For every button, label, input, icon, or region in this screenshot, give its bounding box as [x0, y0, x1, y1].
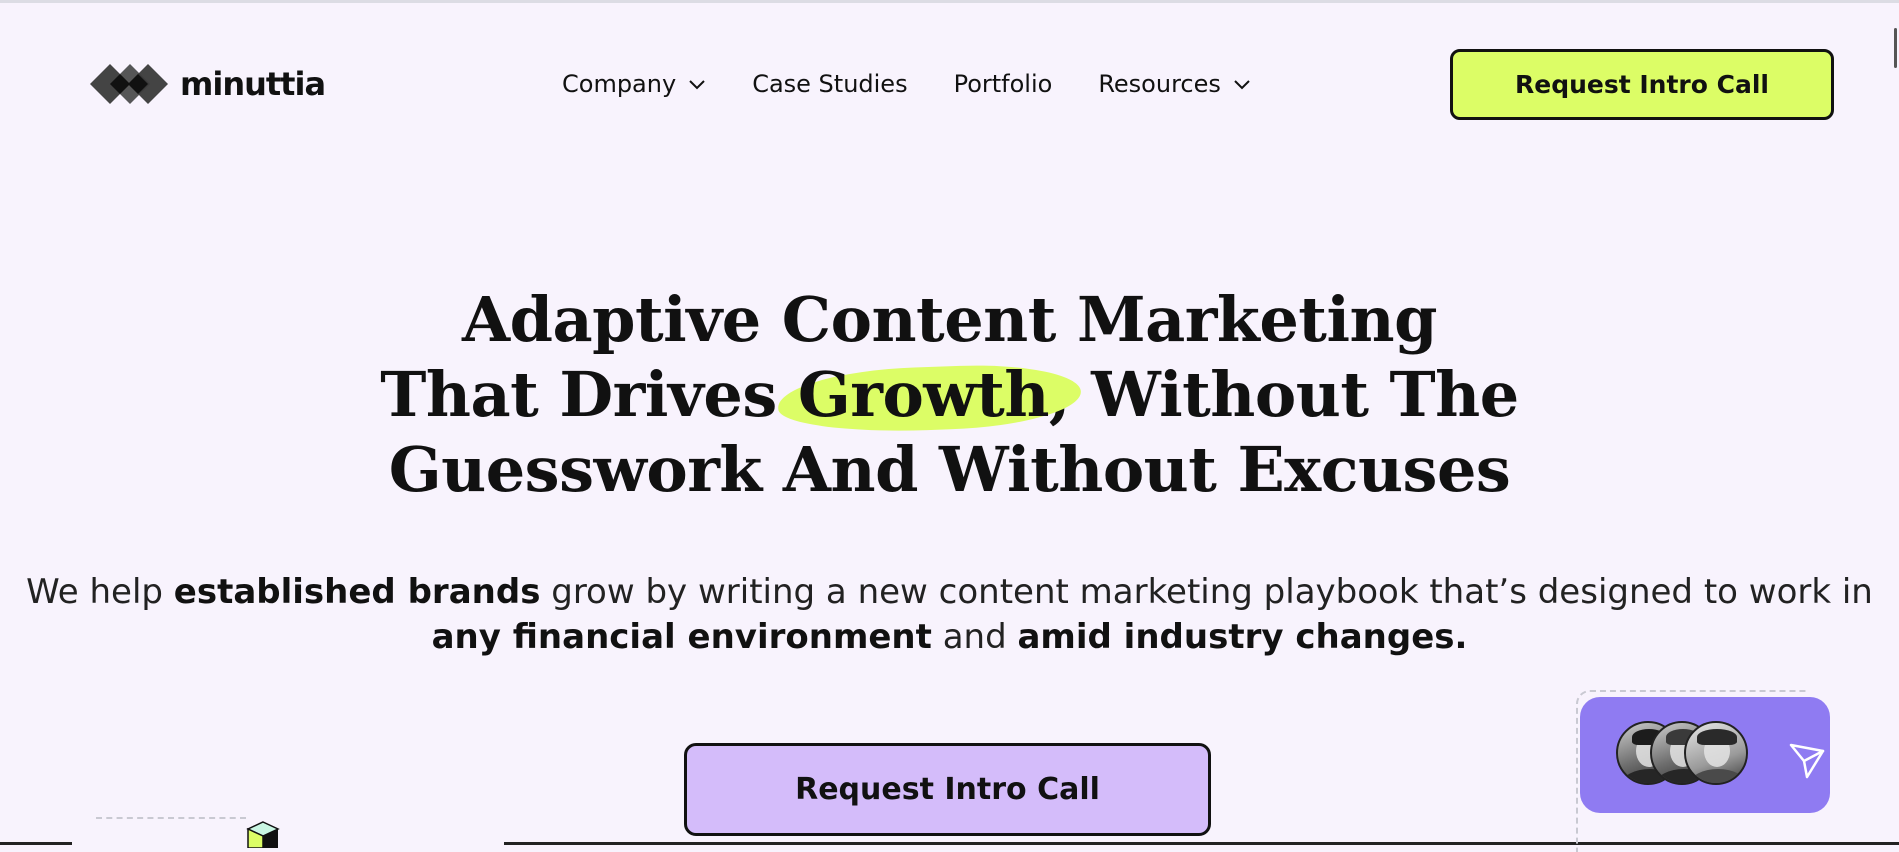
- chevron-down-icon: [689, 80, 705, 90]
- diamond-logo-icon: [90, 64, 168, 104]
- brand-name: minuttia: [180, 65, 326, 103]
- chevron-down-icon: [1234, 80, 1250, 90]
- nav-item-label: Company: [562, 70, 677, 98]
- browser-top-border: [0, 0, 1899, 3]
- nav-item-label: Portfolio: [953, 70, 1053, 98]
- nav-item-company[interactable]: Company: [562, 70, 706, 98]
- nav-item-case-studies[interactable]: Case Studies: [752, 70, 907, 98]
- nav-item-label: Resources: [1098, 70, 1221, 98]
- nav-item-label: Case Studies: [752, 70, 908, 98]
- nav-item-portfolio[interactable]: Portfolio: [954, 70, 1053, 98]
- hero-title-line-1: Adaptive Content Marketing: [462, 283, 1437, 356]
- scrollbar-thumb[interactable]: [1894, 28, 1897, 68]
- hero-subtitle-part: We help: [26, 572, 174, 612]
- hero-request-intro-call-button[interactable]: Request Intro Call: [684, 743, 1211, 836]
- hero-subtitle-emphasis: established brands: [173, 572, 541, 612]
- hero-title-line-3: Guesswork And Without Excuses: [388, 433, 1511, 506]
- header-request-intro-call-button[interactable]: Request Intro Call: [1450, 49, 1834, 120]
- hero-title-line-2-pre: That Drives: [380, 358, 798, 431]
- hero-title-highlight: Growth: [797, 358, 1050, 431]
- hero-subtitle-part: and: [931, 617, 1018, 657]
- nav-item-resources[interactable]: Resources: [1098, 70, 1251, 98]
- hero-subtitle-emphasis: any financial environment: [431, 617, 932, 657]
- hero-title-line-2-post: , Without The: [1048, 358, 1519, 431]
- main-nav: Company Case Studies Portfolio Resources: [562, 64, 1251, 104]
- hero-subtitle-emphasis: amid industry changes.: [1017, 617, 1468, 657]
- brand-logo[interactable]: minuttia: [90, 62, 326, 106]
- hero-subtitle: We help established brands grow by writi…: [0, 570, 1899, 660]
- hero-subtitle-part: grow by writing a new content marketing …: [540, 572, 1873, 612]
- send-icon[interactable]: [1785, 737, 1829, 781]
- avatar: [1684, 721, 1748, 785]
- decorative-dashed-line: [96, 817, 246, 819]
- hero-title: Adaptive Content Marketing That Drives G…: [0, 282, 1899, 507]
- cube-icon: [246, 821, 280, 848]
